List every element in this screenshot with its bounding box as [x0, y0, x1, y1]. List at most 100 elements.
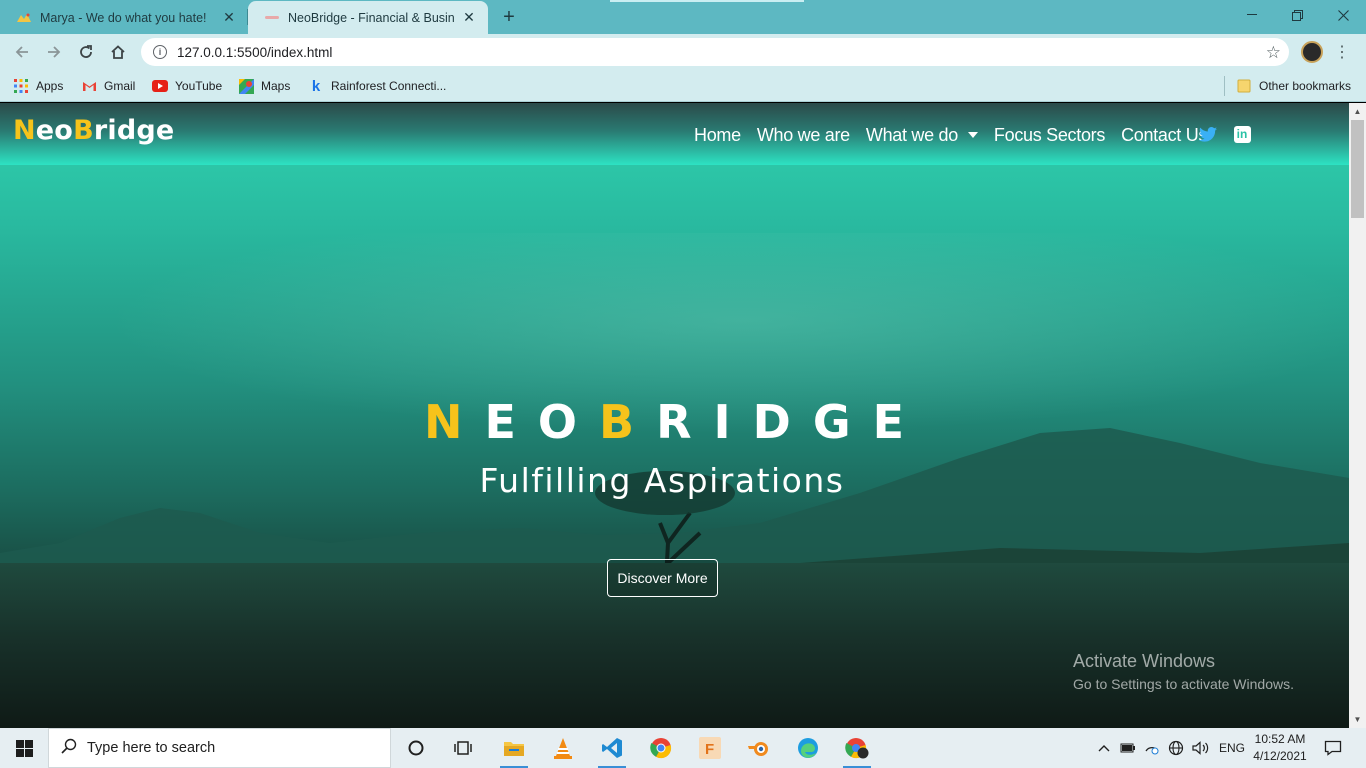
bookmark-rainforest[interactable]: k Rainforest Connecti... — [308, 76, 447, 96]
nav-what-we-do[interactable]: What we do — [866, 125, 978, 146]
close-window-icon[interactable] — [1320, 0, 1366, 30]
gmail-icon — [81, 78, 97, 94]
watermark-subtitle: Go to Settings to activate Windows. — [1073, 676, 1294, 692]
search-icon — [61, 738, 77, 759]
edge-icon[interactable] — [788, 732, 828, 764]
new-tab-button[interactable]: + — [498, 6, 520, 28]
tab-close-icon[interactable]: ✕ — [460, 9, 478, 27]
back-arrow-icon[interactable] — [9, 39, 35, 65]
url-text[interactable]: 127.0.0.1:5500/index.html — [177, 45, 332, 60]
bookmark-label: Apps — [36, 79, 64, 93]
tab-marya[interactable]: Marya - We do what you hate! ✕ — [0, 1, 248, 34]
tab-strip: Marya - We do what you hate! ✕ NeoBridge… — [0, 0, 1366, 34]
show-hidden-icons[interactable] — [1097, 728, 1111, 768]
bookmarks-bar: Apps Gmail YouTube Maps k Rainforest Con… — [0, 70, 1366, 102]
notifications-icon[interactable] — [1324, 728, 1342, 768]
k-icon: k — [311, 77, 321, 95]
site-info-icon[interactable]: i — [153, 45, 167, 59]
logo-letter-n: N — [13, 115, 36, 146]
maps-icon — [238, 78, 254, 94]
discover-more-button[interactable]: Discover More — [607, 559, 718, 597]
task-view-icon[interactable] — [443, 732, 483, 764]
taskbar-search-box[interactable]: Type here to search — [48, 728, 391, 768]
minimize-icon[interactable] — [1229, 0, 1275, 30]
page-viewport: NeoBridge Home Who we are What we do Foc… — [0, 103, 1349, 728]
home-icon[interactable] — [105, 39, 131, 65]
hero-tagline: Fulfilling Aspirations — [479, 461, 845, 500]
system-clock[interactable]: 10:52 AM 4/12/2021 — [1250, 731, 1310, 765]
page-scrollbar[interactable]: ▲ ▼ — [1349, 103, 1366, 728]
forward-arrow-icon[interactable] — [41, 39, 67, 65]
twitter-icon[interactable] — [1198, 124, 1218, 144]
windows-start-icon[interactable] — [0, 728, 48, 768]
hero-letter-b: B — [599, 395, 657, 449]
clock-date: 4/12/2021 — [1253, 749, 1307, 763]
browser-toolbar: i 127.0.0.1:5500/index.html ☆ ⋮ — [0, 34, 1366, 70]
cortana-icon[interactable] — [396, 732, 436, 764]
volume-icon[interactable] — [1192, 728, 1210, 768]
profile-avatar[interactable] — [1301, 41, 1323, 63]
linkedin-glyph: in — [1233, 125, 1251, 143]
folder-icon — [1236, 78, 1252, 94]
reload-icon[interactable] — [73, 39, 99, 65]
watermark-title: Activate Windows — [1073, 651, 1216, 671]
hero-brand-title: NEOBRIDGE — [0, 395, 1310, 449]
vlc-icon[interactable] — [543, 732, 583, 764]
bookmark-star-icon[interactable]: ☆ — [1266, 43, 1281, 63]
logo-text-ridge: ridge — [93, 115, 175, 146]
nav-contact-us[interactable]: Contact Us — [1121, 125, 1207, 146]
bookmark-apps[interactable]: Apps — [13, 76, 63, 96]
globe-network-icon[interactable] — [1168, 728, 1184, 768]
tab-title: Marya - We do what you hate! — [40, 10, 207, 25]
tab-title: NeoBridge - Financial & Business — [288, 10, 454, 25]
bookmark-youtube[interactable]: YouTube — [152, 76, 222, 96]
hero-section: NeoBridge Home Who we are What we do Foc… — [0, 103, 1349, 728]
tab-close-icon[interactable]: ✕ — [220, 9, 238, 27]
bookmark-label: Gmail — [104, 79, 136, 93]
linkedin-icon[interactable]: in — [1232, 124, 1252, 144]
bookmark-label: Maps — [261, 79, 291, 93]
scroll-up-icon[interactable]: ▲ — [1349, 103, 1366, 120]
scrollbar-thumb[interactable] — [1351, 120, 1364, 218]
bookmark-label: Rainforest Connecti... — [331, 79, 447, 93]
site-logo[interactable]: NeoBridge — [13, 115, 174, 146]
blender-icon[interactable] — [739, 732, 779, 764]
address-bar[interactable]: i 127.0.0.1:5500/index.html ☆ — [141, 38, 1289, 66]
battery-icon[interactable] — [1120, 728, 1136, 768]
main-nav: Home Who we are What we do Focus Sectors… — [694, 123, 1223, 147]
clock-time: 10:52 AM — [1254, 732, 1306, 746]
search-placeholder: Type here to search — [87, 740, 216, 756]
bookmarks-separator — [1224, 76, 1225, 96]
hero-letter-n: N — [424, 395, 485, 449]
bookmark-maps[interactable]: Maps — [238, 76, 290, 96]
tab-strip-accent — [610, 0, 804, 2]
nav-home[interactable]: Home — [694, 125, 741, 146]
bookmark-gmail[interactable]: Gmail — [81, 76, 135, 96]
scroll-down-icon[interactable]: ▼ — [1349, 711, 1366, 728]
bookmark-other[interactable]: Other bookmarks — [1236, 76, 1351, 96]
chrome-profile-icon[interactable] — [837, 732, 877, 768]
svg-text:F: F — [705, 741, 714, 758]
chrome-icon[interactable] — [641, 732, 681, 764]
restore-icon[interactable] — [1274, 0, 1320, 30]
vscode-icon[interactable] — [592, 732, 632, 768]
menu-kebab-icon[interactable]: ⋮ — [1334, 42, 1350, 62]
nav-who-we-are[interactable]: Who we are — [757, 125, 850, 146]
activate-windows-watermark: Activate Windows Go to Settings to activ… — [1073, 651, 1294, 692]
file-explorer-icon[interactable] — [494, 732, 534, 768]
language-indicator[interactable]: ENG — [1219, 728, 1245, 768]
logo-letter-b: B — [73, 115, 94, 146]
caret-down-icon — [967, 132, 978, 138]
youtube-icon — [152, 78, 168, 94]
hero-text-ridge: RIDGE — [656, 395, 926, 449]
bookmark-label: YouTube — [175, 79, 223, 93]
tab-neobridge[interactable]: NeoBridge - Financial & Business ✕ — [248, 1, 488, 34]
logo-text-eo: eo — [35, 115, 74, 146]
framer-f-icon[interactable]: F — [690, 732, 730, 764]
network-sync-icon[interactable] — [1144, 728, 1160, 768]
bookmark-label: Other bookmarks — [1259, 79, 1352, 93]
neobridge-favicon-icon — [264, 10, 280, 26]
nav-focus-sectors[interactable]: Focus Sectors — [994, 125, 1105, 146]
windows-taskbar: Type here to search F ENG 10:52 AM 4/12/… — [0, 728, 1366, 768]
hero-text-eo: EO — [484, 395, 600, 449]
